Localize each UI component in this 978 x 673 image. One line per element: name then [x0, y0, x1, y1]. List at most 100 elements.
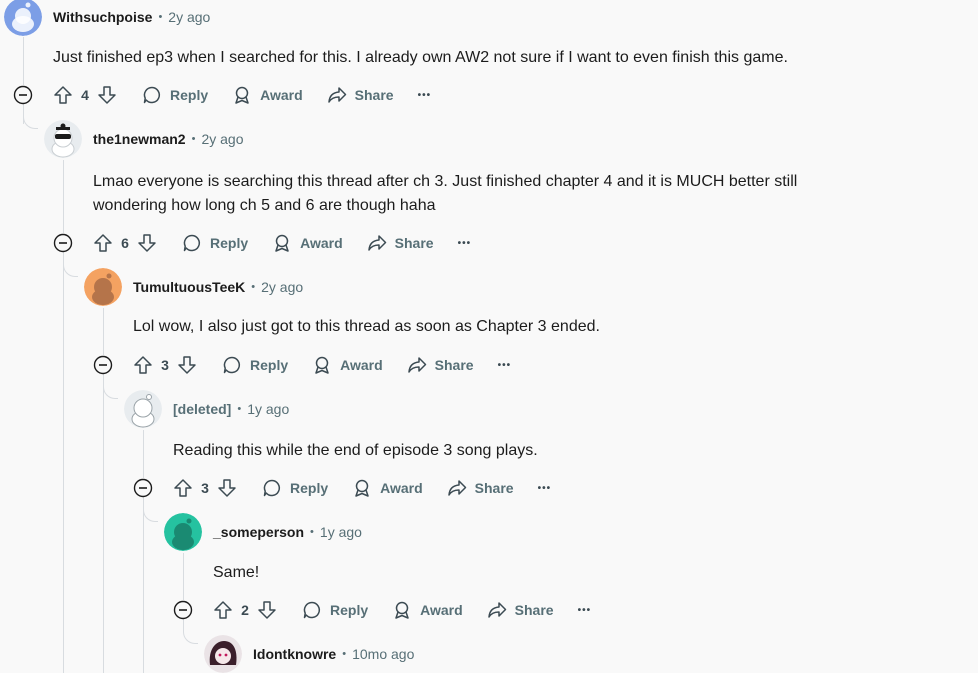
- collapse-icon: [13, 85, 33, 105]
- share-button[interactable]: Share: [487, 600, 554, 620]
- more-options-icon: •••: [417, 89, 432, 101]
- thread-connector: [183, 619, 198, 644]
- reply-button[interactable]: Reply: [302, 600, 368, 620]
- share-icon: [447, 480, 466, 496]
- thread-line-level-5: [183, 553, 184, 600]
- reply-button[interactable]: Reply: [262, 478, 328, 498]
- separator-dot: •: [191, 133, 196, 145]
- comment-timestamp[interactable]: 1y ago: [247, 401, 289, 417]
- avatar[interactable]: [204, 635, 242, 673]
- separator-dot: •: [237, 403, 242, 415]
- vote-score: 3: [201, 480, 209, 496]
- downvote-button[interactable]: [176, 354, 198, 376]
- collapse-thread-button[interactable]: [133, 478, 153, 498]
- more-options-button[interactable]: •••: [458, 238, 472, 249]
- collapse-icon: [133, 478, 153, 498]
- reply-icon: [263, 479, 281, 497]
- more-options-icon: •••: [457, 237, 472, 249]
- vote-score: 2: [241, 602, 249, 618]
- upvote-icon: [94, 234, 112, 252]
- upvote-button[interactable]: [52, 84, 74, 106]
- upvote-button[interactable]: [172, 477, 194, 499]
- award-button[interactable]: Award: [392, 600, 463, 620]
- separator-dot: •: [251, 281, 256, 293]
- comment-timestamp[interactable]: 2y ago: [168, 9, 210, 25]
- comment-timestamp[interactable]: 2y ago: [261, 279, 303, 295]
- upvote-icon: [214, 601, 232, 619]
- more-options-icon: •••: [577, 604, 592, 616]
- downvote-icon: [178, 356, 196, 374]
- share-label: Share: [394, 235, 434, 251]
- collapse-icon: [93, 355, 113, 375]
- upvote-button[interactable]: [212, 599, 234, 621]
- vote-group: 3: [132, 354, 198, 376]
- avatar[interactable]: [4, 0, 42, 36]
- comment-action-bar: 6 Reply Award Share •••: [92, 227, 471, 259]
- collapse-icon: [53, 233, 73, 253]
- reply-button[interactable]: Reply: [222, 355, 288, 375]
- award-label: Award: [300, 235, 343, 251]
- comment-author: [deleted]: [173, 401, 232, 417]
- award-icon: [315, 356, 329, 374]
- reply-label: Reply: [330, 602, 369, 618]
- award-button[interactable]: Award: [272, 233, 343, 253]
- more-options-button[interactable]: •••: [538, 483, 552, 494]
- collapse-thread-button[interactable]: [173, 600, 193, 620]
- comment-author[interactable]: TumultuousTeeK: [133, 279, 245, 295]
- upvote-button[interactable]: [92, 232, 114, 254]
- comment-author[interactable]: the1newman2: [93, 131, 186, 147]
- reply-icon: [143, 86, 161, 104]
- collapse-thread-button[interactable]: [93, 355, 113, 375]
- downvote-button[interactable]: [256, 599, 278, 621]
- separator-dot: •: [342, 648, 347, 660]
- comment-timestamp[interactable]: 2y ago: [201, 131, 243, 147]
- collapse-thread-button[interactable]: [53, 233, 73, 253]
- share-label: Share: [434, 357, 474, 373]
- award-icon: [275, 234, 289, 252]
- more-options-icon: •••: [497, 359, 512, 371]
- reply-button[interactable]: Reply: [142, 85, 208, 105]
- reply-icon: [223, 356, 241, 374]
- avatar[interactable]: [164, 513, 202, 551]
- share-label: Share: [354, 87, 394, 103]
- share-button[interactable]: Share: [407, 355, 474, 375]
- upvote-icon: [174, 479, 192, 497]
- comment-body: Reading this while the end of episode 3 …: [173, 442, 538, 459]
- comment-author[interactable]: Idontknowre: [253, 646, 336, 662]
- award-icon: [355, 479, 369, 497]
- avatar[interactable]: [84, 268, 122, 306]
- comment-author[interactable]: Withsuchpoise: [53, 9, 152, 25]
- share-button[interactable]: Share: [327, 85, 394, 105]
- award-label: Award: [380, 480, 423, 496]
- share-button[interactable]: Share: [367, 233, 434, 253]
- award-icon: [395, 601, 409, 619]
- share-button[interactable]: Share: [447, 478, 514, 498]
- vote-score: 4: [81, 87, 89, 103]
- vote-group: 4: [52, 84, 118, 106]
- collapse-thread-button[interactable]: [13, 85, 33, 105]
- comment-author[interactable]: _someperson: [213, 524, 304, 540]
- upvote-button[interactable]: [132, 354, 154, 376]
- downvote-button[interactable]: [216, 477, 238, 499]
- thread-line-level-4: [143, 430, 144, 478]
- award-button[interactable]: Award: [312, 355, 383, 375]
- award-button[interactable]: Award: [352, 478, 423, 498]
- comment-action-bar: 3 Reply Award Share •••: [132, 349, 511, 381]
- vote-group: 6: [92, 232, 158, 254]
- comment-action-bar: 4 Reply Award Share •••: [52, 79, 431, 111]
- comment-timestamp[interactable]: 1y ago: [320, 524, 362, 540]
- thread-line-level-4-b: [143, 497, 144, 673]
- reply-button[interactable]: Reply: [182, 233, 248, 253]
- award-button[interactable]: Award: [232, 85, 303, 105]
- more-options-button[interactable]: •••: [418, 90, 432, 101]
- thread-line-level-1: [23, 37, 24, 85]
- thread-connector: [103, 374, 118, 399]
- downvote-button[interactable]: [136, 232, 158, 254]
- more-options-button[interactable]: •••: [498, 360, 512, 371]
- comment-body: Lmao everyone is searching this thread a…: [93, 173, 798, 214]
- avatar[interactable]: [44, 120, 82, 158]
- separator-dot: •: [158, 11, 163, 23]
- more-options-button[interactable]: •••: [578, 605, 592, 616]
- comment-timestamp[interactable]: 10mo ago: [352, 646, 414, 662]
- downvote-button[interactable]: [96, 84, 118, 106]
